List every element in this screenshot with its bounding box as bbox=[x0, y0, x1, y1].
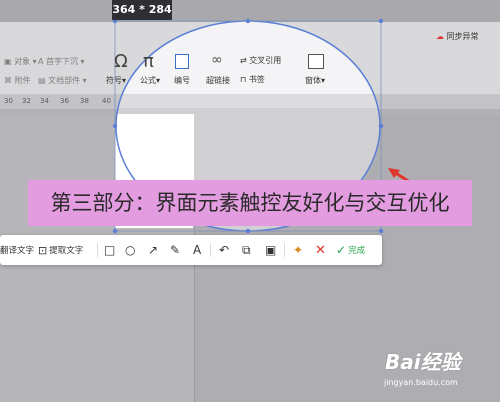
arrow-tool-icon[interactable]: ↗ bbox=[148, 235, 158, 265]
extract-text-button[interactable]: ⊡ 提取文字 bbox=[38, 235, 83, 265]
ruler-number: 32 bbox=[22, 97, 31, 105]
paperclip-icon: ⌘ bbox=[4, 76, 15, 85]
first-letter-button[interactable]: A 首字下沉 ▾ bbox=[38, 56, 85, 67]
hyperlink-icon: ∞ bbox=[211, 52, 223, 68]
finish-button[interactable]: ✓ 完成 bbox=[336, 235, 365, 265]
toolbar-separator bbox=[210, 243, 211, 257]
pen-tool-icon[interactable]: ✎ bbox=[170, 235, 180, 265]
rectangle-tool-icon[interactable]: □ bbox=[104, 235, 115, 265]
bookmark-button[interactable]: ⊓ 书签 bbox=[240, 74, 265, 85]
resize-handle[interactable] bbox=[112, 123, 118, 129]
resize-handle[interactable] bbox=[245, 228, 251, 234]
selection-size-label: 364 * 284 bbox=[112, 0, 172, 20]
ruler-number: 36 bbox=[60, 97, 69, 105]
sync-status-button[interactable]: ☁ 同步异常 bbox=[436, 31, 479, 42]
ruler-number: 38 bbox=[80, 97, 89, 105]
bookmark-icon: ⊓ bbox=[240, 75, 249, 84]
form-icon bbox=[308, 54, 324, 69]
pi-icon: π bbox=[143, 51, 154, 72]
resize-handle[interactable] bbox=[112, 228, 118, 234]
formula-button[interactable]: 公式▾ bbox=[140, 75, 160, 86]
omega-icon: Ω bbox=[114, 51, 128, 72]
numbering-icon bbox=[175, 54, 189, 69]
cancel-icon[interactable]: ✕ bbox=[315, 235, 326, 265]
watermark-logo: Bai经验 bbox=[385, 350, 461, 374]
undo-icon[interactable]: ↶ bbox=[219, 235, 229, 265]
object-icon: ▣ bbox=[4, 57, 15, 66]
attachment-button[interactable]: ⌘ 附件 bbox=[4, 75, 31, 86]
cloud-alert-icon: ☁ bbox=[436, 32, 444, 41]
resize-handle[interactable] bbox=[245, 18, 251, 24]
ellipse-ruler bbox=[116, 94, 380, 108]
ruler-number: 30 bbox=[4, 97, 13, 105]
ellipse-tool-icon[interactable]: ○ bbox=[125, 235, 135, 265]
ruler-number: 34 bbox=[40, 97, 49, 105]
toolbar-separator bbox=[97, 243, 98, 257]
numbering-button[interactable]: 编号 bbox=[174, 75, 190, 86]
resize-handle[interactable] bbox=[378, 228, 384, 234]
doc-parts-button[interactable]: ▤ 文档部件 ▾ bbox=[38, 75, 87, 86]
translate-text-button[interactable]: 翻译文字 bbox=[0, 235, 34, 265]
caption-text: 第三部分：界面元素触控友好化与交互优化 bbox=[50, 191, 450, 215]
watermark-url: jingyan.baidu.com bbox=[384, 378, 458, 387]
doc-parts-icon: ▤ bbox=[38, 76, 49, 85]
resize-handle[interactable] bbox=[378, 123, 384, 129]
resize-handle[interactable] bbox=[378, 18, 384, 24]
objects-button[interactable]: ▣ 对象 ▾ bbox=[4, 56, 37, 67]
save-icon[interactable]: ▣ bbox=[265, 235, 276, 265]
copy-icon[interactable]: ⧉ bbox=[242, 235, 251, 265]
screenshot-toolbar: 翻译文字 ⊡ 提取文字 □ ○ ↗ ✎ A ↶ ⧉ ▣ ✦ ✕ ✓ 完成 bbox=[0, 235, 382, 265]
first-letter-icon: A bbox=[38, 57, 47, 66]
cross-ref-icon: ⇄ bbox=[240, 56, 250, 65]
symbol-button[interactable]: 符号▾ bbox=[106, 75, 126, 86]
hyperlink-button[interactable]: 超链接 bbox=[206, 75, 230, 86]
check-icon: ✓ bbox=[336, 243, 347, 257]
text-tool-icon[interactable]: A bbox=[193, 235, 201, 265]
extract-text-icon: ⊡ bbox=[38, 243, 48, 257]
toolbar-separator bbox=[284, 243, 285, 257]
pin-icon[interactable]: ✦ bbox=[293, 235, 303, 265]
ellipse-ruler-track bbox=[116, 108, 380, 114]
form-button[interactable]: 窗体▾ bbox=[305, 75, 325, 86]
cross-ref-button[interactable]: ⇄ 交叉引用 bbox=[240, 55, 281, 66]
